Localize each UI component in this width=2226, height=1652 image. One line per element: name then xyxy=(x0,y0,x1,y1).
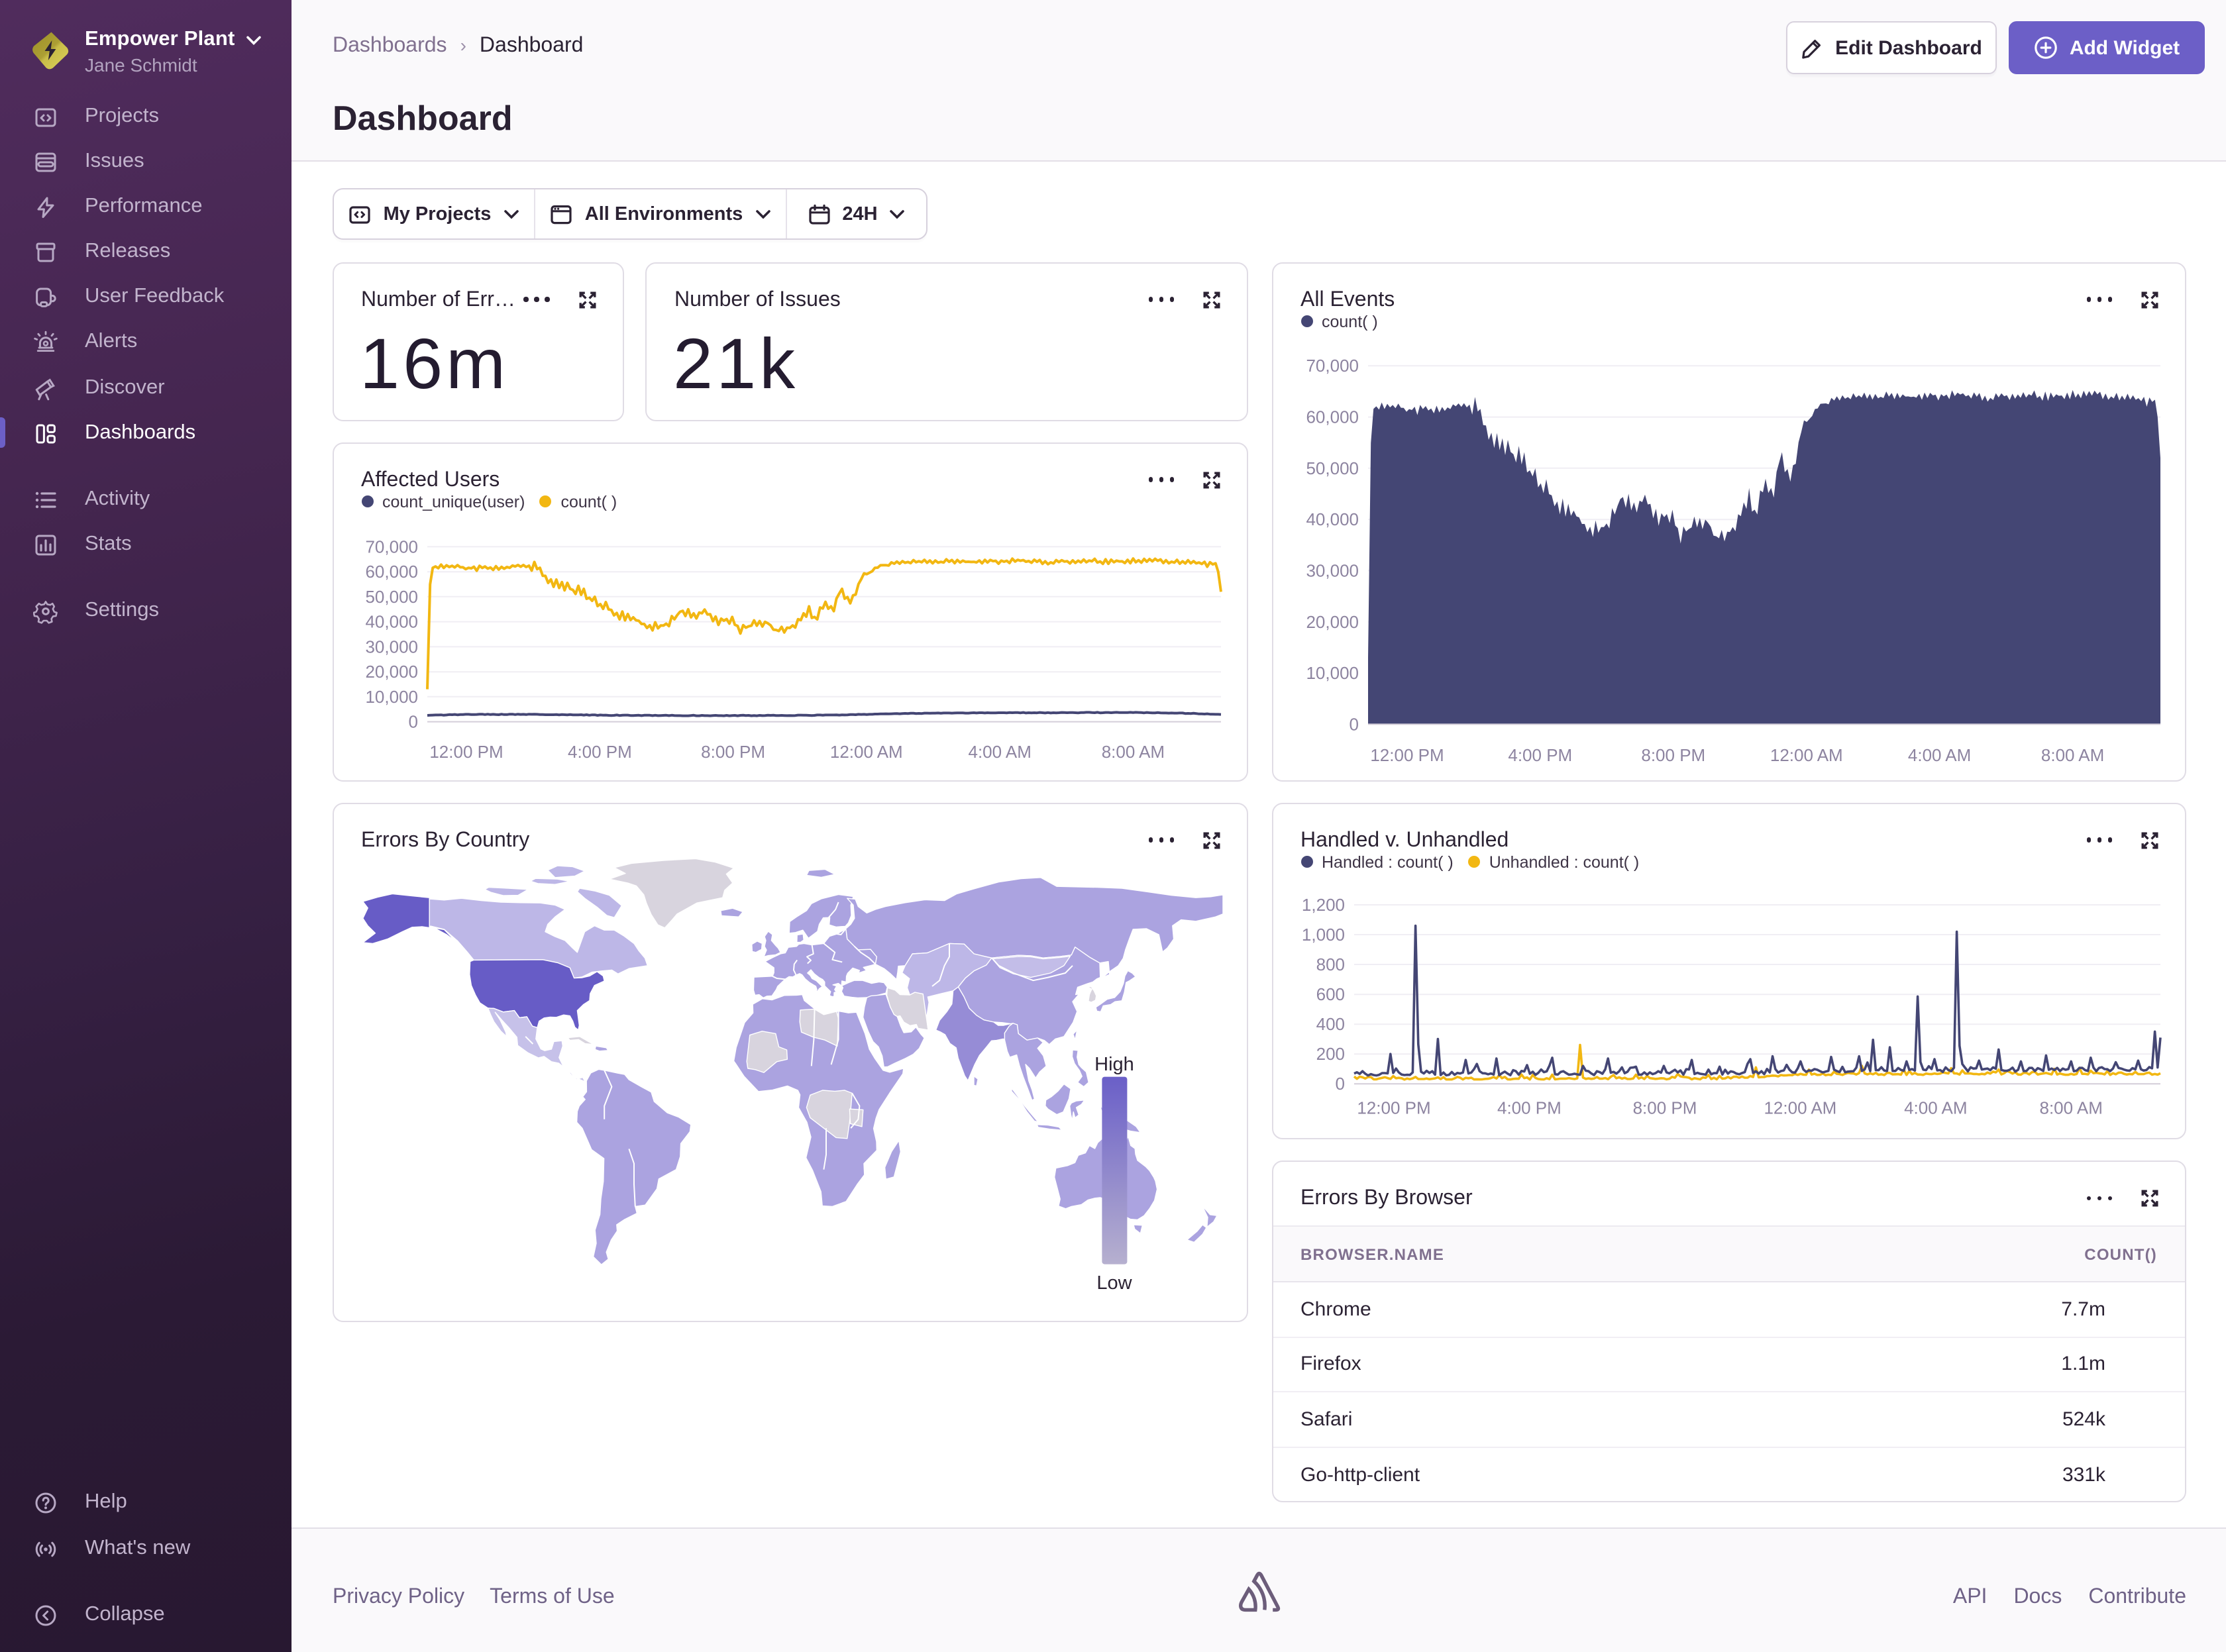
svg-text:10,000: 10,000 xyxy=(364,686,417,706)
svg-text:High: High xyxy=(1094,1053,1134,1074)
svg-text:4:00 PM: 4:00 PM xyxy=(1507,745,1571,764)
svg-text:60,000: 60,000 xyxy=(364,561,417,581)
svg-text:4:00 PM: 4:00 PM xyxy=(567,741,631,761)
svg-text:8:00 AM: 8:00 AM xyxy=(2039,1097,2101,1117)
svg-text:12:00 PM: 12:00 PM xyxy=(1369,745,1443,764)
svg-text:8:00 PM: 8:00 PM xyxy=(1640,745,1705,764)
svg-text:800: 800 xyxy=(1316,954,1344,974)
svg-text:8:00 AM: 8:00 AM xyxy=(1101,741,1164,761)
svg-text:12:00 PM: 12:00 PM xyxy=(1356,1097,1430,1117)
svg-text:0: 0 xyxy=(1335,1073,1344,1093)
svg-text:200: 200 xyxy=(1316,1043,1344,1063)
svg-text:40,000: 40,000 xyxy=(1305,509,1358,529)
svg-text:4:00 AM: 4:00 AM xyxy=(1903,1097,1966,1117)
svg-text:40,000: 40,000 xyxy=(364,611,417,631)
svg-text:8:00 AM: 8:00 AM xyxy=(2040,745,2103,764)
svg-text:12:00 AM: 12:00 AM xyxy=(1763,1097,1836,1117)
svg-text:60,000: 60,000 xyxy=(1305,407,1358,427)
svg-text:8:00 PM: 8:00 PM xyxy=(1632,1097,1697,1117)
svg-text:70,000: 70,000 xyxy=(1305,355,1358,375)
svg-text:4:00 PM: 4:00 PM xyxy=(1497,1097,1561,1117)
svg-text:30,000: 30,000 xyxy=(364,636,417,656)
svg-text:70,000: 70,000 xyxy=(364,536,417,556)
svg-text:50,000: 50,000 xyxy=(364,586,417,606)
svg-text:0: 0 xyxy=(408,711,417,731)
svg-text:400: 400 xyxy=(1316,1013,1344,1033)
svg-text:20,000: 20,000 xyxy=(364,661,417,681)
svg-text:4:00 AM: 4:00 AM xyxy=(967,741,1030,761)
svg-text:50,000: 50,000 xyxy=(1305,458,1358,478)
svg-text:0: 0 xyxy=(1349,713,1358,733)
svg-text:10,000: 10,000 xyxy=(1305,662,1358,682)
svg-text:600: 600 xyxy=(1316,984,1344,1004)
svg-text:20,000: 20,000 xyxy=(1305,611,1358,631)
svg-text:30,000: 30,000 xyxy=(1305,560,1358,580)
svg-text:4:00 AM: 4:00 AM xyxy=(1907,745,1970,764)
svg-text:12:00 AM: 12:00 AM xyxy=(829,741,902,761)
svg-text:1,200: 1,200 xyxy=(1301,894,1344,914)
svg-text:Low: Low xyxy=(1096,1272,1132,1293)
svg-text:12:00 PM: 12:00 PM xyxy=(429,741,502,761)
svg-text:12:00 AM: 12:00 AM xyxy=(1770,745,1842,764)
svg-text:8:00 PM: 8:00 PM xyxy=(700,741,765,761)
svg-text:1,000: 1,000 xyxy=(1301,924,1344,944)
